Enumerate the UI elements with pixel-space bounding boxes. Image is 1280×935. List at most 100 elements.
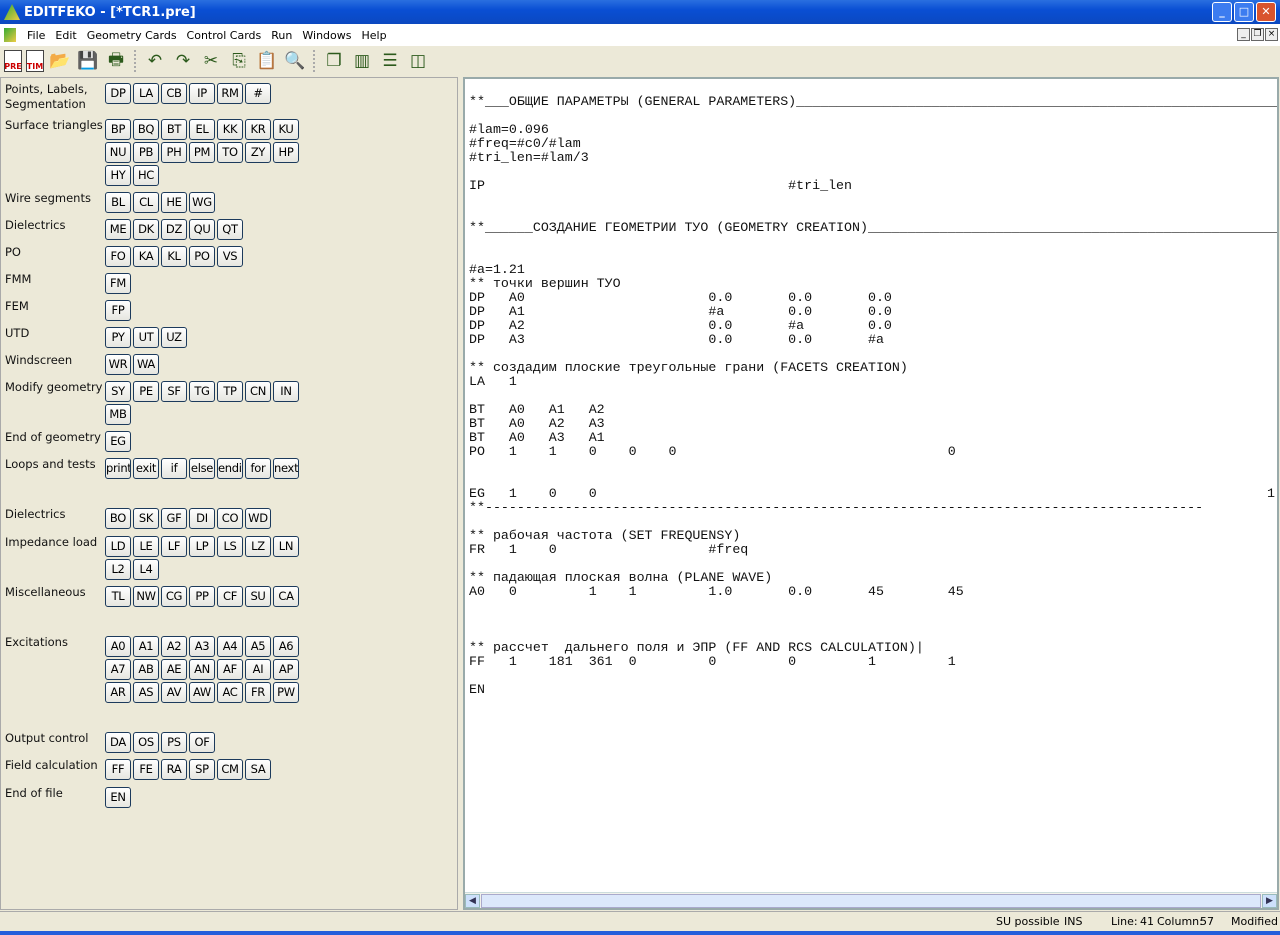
card-button-DZ[interactable]: DZ xyxy=(161,219,187,240)
card-button-AE[interactable]: AE xyxy=(161,659,187,680)
card-button-L2[interactable]: L2 xyxy=(105,559,131,580)
maximize-button[interactable]: □ xyxy=(1234,2,1254,22)
card-button-PY[interactable]: PY xyxy=(105,327,131,348)
card-button-FF[interactable]: FF xyxy=(105,759,131,780)
card-button-BL[interactable]: BL xyxy=(105,192,131,213)
print-button[interactable]: 🖶 xyxy=(104,49,128,73)
card-button-PO[interactable]: PO xyxy=(189,246,215,267)
card-button-IP[interactable]: IP xyxy=(189,83,215,104)
card-button-A3[interactable]: A3 xyxy=(189,636,215,657)
card-button-NU[interactable]: NU xyxy=(105,142,131,163)
card-button-BO[interactable]: BO xyxy=(105,508,131,529)
card-button-LP[interactable]: LP xyxy=(189,536,215,557)
card-button-ME[interactable]: ME xyxy=(105,219,131,240)
card-button-LN[interactable]: LN xyxy=(273,536,299,557)
card-button-EG[interactable]: EG xyxy=(105,431,131,452)
toolbar-grip[interactable] xyxy=(313,50,316,72)
card-button-A2[interactable]: A2 xyxy=(161,636,187,657)
card-button-DK[interactable]: DK xyxy=(133,219,159,240)
card-button-CF[interactable]: CF xyxy=(217,586,243,607)
card-button-OS[interactable]: OS xyxy=(133,732,159,753)
child-minimize-button[interactable]: _ xyxy=(1237,28,1250,41)
close-button[interactable]: ✕ xyxy=(1256,2,1276,22)
card-button-HE[interactable]: HE xyxy=(161,192,187,213)
card-button-LE[interactable]: LE xyxy=(133,536,159,557)
tile-horizontal-button[interactable]: ☰ xyxy=(378,49,402,73)
card-button-else[interactable]: else xyxy=(189,458,215,479)
toolbar-grip[interactable] xyxy=(134,50,137,72)
card-button-AC[interactable]: AC xyxy=(217,682,243,703)
card-button-EL[interactable]: EL xyxy=(189,119,215,140)
card-button-endif[interactable]: endif xyxy=(217,458,243,479)
card-button-CB[interactable]: CB xyxy=(161,83,187,104)
card-button-A5[interactable]: A5 xyxy=(245,636,271,657)
card-button-AN[interactable]: AN xyxy=(189,659,215,680)
card-button-A7[interactable]: A7 xyxy=(105,659,131,680)
card-button-LS[interactable]: LS xyxy=(217,536,243,557)
card-button-SY[interactable]: SY xyxy=(105,381,131,402)
card-button-OF[interactable]: OF xyxy=(189,732,215,753)
card-button-A1[interactable]: A1 xyxy=(133,636,159,657)
card-button-next[interactable]: next xyxy=(273,458,299,479)
card-button-AF[interactable]: AF xyxy=(217,659,243,680)
card-button-FM[interactable]: FM xyxy=(105,273,131,294)
card-button-exit[interactable]: exit xyxy=(133,458,159,479)
card-button-WG[interactable]: WG xyxy=(189,192,215,213)
card-button-KU[interactable]: KU xyxy=(273,119,299,140)
card-button-QT[interactable]: QT xyxy=(217,219,243,240)
scroll-right-icon[interactable]: ▶ xyxy=(1262,894,1277,908)
menu-control-cards[interactable]: Control Cards xyxy=(182,29,267,42)
card-button-FE[interactable]: FE xyxy=(133,759,159,780)
card-button-AI[interactable]: AI xyxy=(245,659,271,680)
scroll-thumb[interactable] xyxy=(481,894,1261,908)
card-button-HP[interactable]: HP xyxy=(273,142,299,163)
find-button[interactable]: 🔍 xyxy=(283,49,307,73)
card-button-CL[interactable]: CL xyxy=(133,192,159,213)
card-button-WD[interactable]: WD xyxy=(245,508,271,529)
card-button-DA[interactable]: DA xyxy=(105,732,131,753)
card-button-A6[interactable]: A6 xyxy=(273,636,299,657)
horizontal-scrollbar[interactable]: ◀ ▶ xyxy=(465,892,1277,908)
paste-button[interactable]: 📋 xyxy=(255,49,279,73)
arrange-button[interactable]: ◫ xyxy=(406,49,430,73)
card-button-BQ[interactable]: BQ xyxy=(133,119,159,140)
card-button-CN[interactable]: CN xyxy=(245,381,271,402)
card-button-RA[interactable]: RA xyxy=(161,759,187,780)
copy-button[interactable]: ⎘ xyxy=(227,49,251,73)
card-button-TO[interactable]: TO xyxy=(217,142,243,163)
card-button-GF[interactable]: GF xyxy=(161,508,187,529)
card-button-UZ[interactable]: UZ xyxy=(161,327,187,348)
save-button[interactable]: 💾 xyxy=(76,49,100,73)
card-button-AS[interactable]: AS xyxy=(133,682,159,703)
card-button-SU[interactable]: SU xyxy=(245,586,271,607)
card-button-SP[interactable]: SP xyxy=(189,759,215,780)
card-button-LA[interactable]: LA xyxy=(133,83,159,104)
new-tim-button[interactable]: TIM xyxy=(26,50,44,72)
card-button-UT[interactable]: UT xyxy=(133,327,159,348)
child-restore-button[interactable]: ❐ xyxy=(1251,28,1264,41)
child-close-button[interactable]: × xyxy=(1265,28,1278,41)
minimize-button[interactable]: _ xyxy=(1212,2,1232,22)
card-button-hash[interactable]: # xyxy=(245,83,271,104)
card-button-AP[interactable]: AP xyxy=(273,659,299,680)
card-button-AV[interactable]: AV xyxy=(161,682,187,703)
card-button-A0[interactable]: A0 xyxy=(105,636,131,657)
card-button-QU[interactable]: QU xyxy=(189,219,215,240)
card-button-SK[interactable]: SK xyxy=(133,508,159,529)
card-button-print[interactable]: print xyxy=(105,458,131,479)
card-button-HC[interactable]: HC xyxy=(133,165,159,186)
card-button-VS[interactable]: VS xyxy=(217,246,243,267)
card-button-BP[interactable]: BP xyxy=(105,119,131,140)
card-button-WA[interactable]: WA xyxy=(133,354,159,375)
card-button-NW[interactable]: NW xyxy=(133,586,159,607)
redo-button[interactable]: ↷ xyxy=(171,49,195,73)
editor[interactable]: **___ОБЩИЕ ПАРАМЕТРЫ (GENERAL PARAMETERS… xyxy=(463,77,1279,910)
card-button-AR[interactable]: AR xyxy=(105,682,131,703)
card-button-PH[interactable]: PH xyxy=(161,142,187,163)
card-button-LF[interactable]: LF xyxy=(161,536,187,557)
undo-button[interactable]: ↶ xyxy=(143,49,167,73)
card-button-PE[interactable]: PE xyxy=(133,381,159,402)
card-button-A4[interactable]: A4 xyxy=(217,636,243,657)
card-button-IN[interactable]: IN xyxy=(273,381,299,402)
card-button-TL[interactable]: TL xyxy=(105,586,131,607)
